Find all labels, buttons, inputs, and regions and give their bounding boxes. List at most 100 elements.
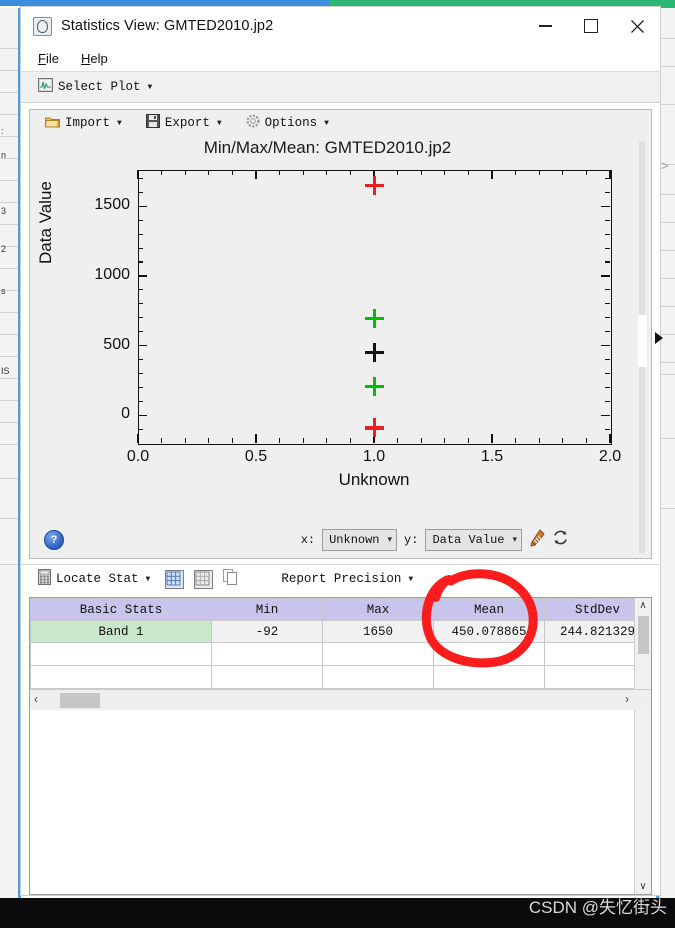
chart-marker-mean-stddev [364, 308, 384, 328]
scrollbar-thumb[interactable] [638, 616, 649, 654]
chart[interactable]: Min/Max/Mean: GMTED2010.jp2 Data Value 0… [30, 136, 663, 558]
options-button[interactable]: Options ▼ [241, 112, 334, 134]
table-header-basic-stats[interactable]: Basic Stats [30, 598, 212, 621]
table-cell-empty[interactable] [30, 665, 212, 689]
gear-icon [246, 114, 260, 132]
x-minor-tick [397, 170, 399, 175]
help-icon[interactable]: ? [44, 530, 64, 550]
table-header-max[interactable]: Max [322, 598, 434, 621]
x-minor-tick [208, 438, 210, 443]
x-minor-tick [397, 438, 399, 443]
table-cell-empty[interactable] [433, 642, 545, 666]
desktop-background: : n 3 2 s IS > Statistics View: GMTED201… [0, 0, 675, 928]
x-tick [137, 170, 139, 179]
scroll-right-button[interactable]: › [625, 692, 629, 706]
copy-icon[interactable] [223, 568, 238, 590]
hscrollbar-thumb[interactable] [60, 693, 100, 708]
x-minor-tick [302, 170, 304, 175]
y-minor-tick [138, 261, 143, 263]
import-button[interactable]: Import ▼ [40, 113, 127, 134]
x-axis-select[interactable]: Unknown ▾ [322, 529, 398, 551]
table-cell[interactable]: Band 1 [30, 620, 212, 643]
x-tick [609, 170, 611, 179]
y-minor-tick [605, 428, 610, 430]
x-minor-tick [444, 438, 446, 443]
report-precision-button[interactable]: Report Precision ▼ [276, 570, 418, 588]
table-cell-empty[interactable] [211, 642, 323, 666]
calculator-icon [38, 569, 51, 589]
minimize-button[interactable] [522, 7, 568, 45]
table-horizontal-scrollbar[interactable]: ‹ › [30, 689, 651, 710]
plot-footer: ? x: Unknown ▾ y: Data Value ▾ [30, 522, 633, 558]
x-minor-tick [208, 170, 210, 175]
background-window-right[interactable]: > [659, 8, 675, 898]
table-cell-empty[interactable] [322, 642, 434, 666]
y-minor-tick [605, 247, 610, 249]
refresh-icon[interactable] [552, 529, 569, 551]
y-tick [138, 414, 147, 416]
window-title: Statistics View: GMTED2010.jp2 [61, 18, 274, 34]
y-minor-tick [605, 331, 610, 333]
menu-help[interactable]: Help [72, 49, 117, 68]
locate-stat-button[interactable]: Locate Stat ▼ [33, 567, 155, 591]
y-tick [138, 275, 147, 277]
y-minor-tick [605, 386, 610, 388]
grid-gray-icon[interactable] [194, 569, 214, 589]
x-axis-value: Unknown [329, 533, 380, 547]
y-minor-tick [138, 400, 143, 402]
chart-marker-min [364, 418, 384, 438]
grid-blue-icon[interactable] [165, 569, 185, 589]
y-tick [601, 205, 610, 207]
table-cell-empty[interactable] [433, 665, 545, 689]
close-button[interactable] [614, 7, 660, 45]
table-row-empty[interactable] [30, 665, 651, 689]
chevron-down-icon: ▾ [512, 535, 517, 545]
table-cell-empty[interactable] [211, 665, 323, 689]
axis-selectors: x: Unknown ▾ y: Data Value ▾ [301, 528, 633, 552]
title-bar: Statistics View: GMTED2010.jp2 [21, 7, 660, 45]
y-tick [138, 344, 147, 347]
export-button[interactable]: Export ▼ [141, 112, 227, 134]
scroll-up-button[interactable]: ∧ [635, 598, 651, 613]
y-minor-tick [138, 191, 143, 193]
select-plot-button[interactable]: Select Plot ▼ [33, 76, 157, 98]
x-tick-label: 1.0 [362, 448, 386, 465]
scroll-down-button[interactable]: ∨ [635, 879, 651, 894]
bg-fragment: 2 [1, 244, 7, 254]
y-minor-tick [605, 303, 610, 305]
chart-ylabel: Data Value [36, 181, 55, 264]
x-minor-tick [302, 438, 304, 443]
table-header-min[interactable]: Min [211, 598, 323, 621]
plot-vertical-scrollbar[interactable] [635, 137, 650, 557]
table-cell[interactable]: 1650 [322, 620, 434, 643]
table-cell-empty[interactable] [322, 665, 434, 689]
table-vertical-scrollbar[interactable]: ∧ ∨ [634, 598, 651, 894]
y-axis-value: Data Value [432, 533, 505, 547]
table-cell[interactable]: 450.078865 [433, 620, 545, 643]
menu-file[interactable]: File [29, 49, 68, 68]
y-minor-tick [138, 247, 143, 249]
scrollbar-thumb[interactable] [638, 315, 647, 367]
table-cell[interactable]: -92 [211, 620, 323, 643]
pencil-icon[interactable] [529, 528, 545, 552]
y-minor-tick [605, 400, 610, 402]
watermark: CSDN @失忆街头 [528, 898, 667, 917]
maximize-button[interactable] [568, 7, 614, 45]
stats-table: Basic Stats Min Max Mean StdDev Band 1 -92 165… [30, 598, 651, 689]
y-minor-tick [138, 177, 143, 180]
x-minor-tick [515, 438, 517, 443]
scroll-left-button[interactable]: ‹ [34, 692, 38, 706]
y-minor-tick [605, 261, 610, 263]
y-minor-tick [138, 331, 143, 333]
table-row[interactable]: Band 1 -92 1650 450.078865 244.821329 [30, 620, 651, 643]
chevron-down-icon: ▼ [145, 574, 151, 584]
y-minor-tick [138, 386, 143, 388]
table-row-empty[interactable] [30, 642, 651, 666]
expand-panel-arrow[interactable] [655, 332, 663, 344]
y-axis-select[interactable]: Data Value ▾ [425, 529, 522, 551]
table-header-mean[interactable]: Mean [433, 598, 545, 621]
table-cell-empty[interactable] [30, 642, 212, 666]
chevron-down-icon: ▼ [216, 118, 222, 128]
x-minor-tick [515, 170, 517, 175]
y-minor-tick [605, 317, 610, 319]
